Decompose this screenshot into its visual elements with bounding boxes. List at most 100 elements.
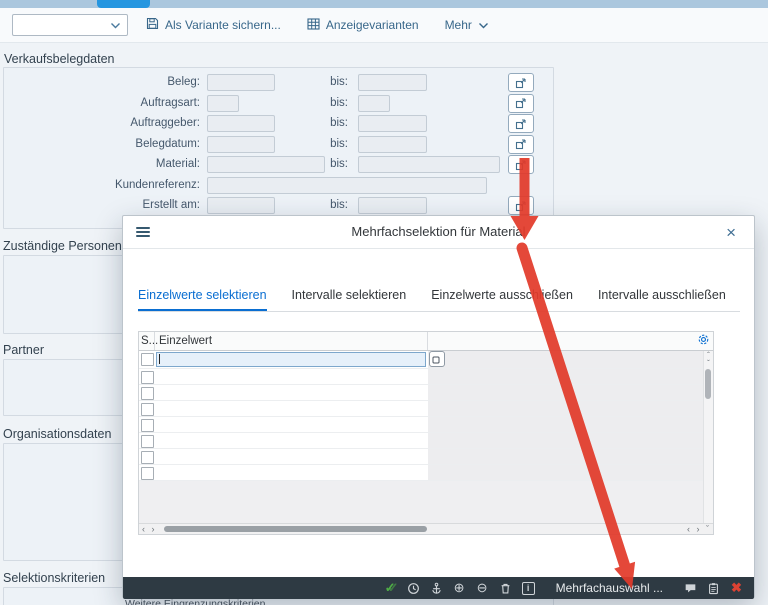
field-label-kundenreferenz: Kundenreferenz: xyxy=(0,176,200,195)
auftragsart-bis-field[interactable] xyxy=(358,95,390,112)
belegdatum-field[interactable] xyxy=(207,136,275,153)
field-label-auftraggeber: Auftraggeber: xyxy=(0,114,200,133)
section-title-partner: Partner xyxy=(3,343,44,357)
row-select-cell[interactable] xyxy=(141,387,154,400)
bis-label: bis: xyxy=(322,94,348,113)
row-select-cell[interactable] xyxy=(141,371,154,384)
auftraggeber-field[interactable] xyxy=(207,115,275,132)
info-icon[interactable]: i xyxy=(522,580,535,596)
table-row xyxy=(139,417,704,433)
section-title-selektionskriterien: Selektionskriterien xyxy=(3,571,105,585)
form-row: Auftraggeber:bis: xyxy=(0,114,560,133)
chevron-down-icon xyxy=(110,16,121,34)
row-select-cell[interactable] xyxy=(141,435,154,448)
application-toolbar: Als Variante sichern... Anzeigevarianten… xyxy=(0,8,768,43)
row-select-cell[interactable] xyxy=(141,419,154,432)
comment-icon[interactable] xyxy=(684,580,697,596)
row-select-cell[interactable] xyxy=(141,403,154,416)
multi-selection-icon-button-erstelltam[interactable] xyxy=(508,196,534,215)
bis-label: bis: xyxy=(322,155,348,174)
horizontal-scrollbar[interactable]: ‹ › ‹ › ˇ xyxy=(139,523,713,534)
multi-selection-icon-button-belegdatum[interactable] xyxy=(508,135,534,154)
grid-icon xyxy=(307,18,320,33)
text-caret xyxy=(159,354,160,364)
top-strip xyxy=(0,0,768,8)
multi-selection-dialog: Mehrfachselektion für Material × Einzelw… xyxy=(122,215,755,598)
table-row xyxy=(139,351,704,369)
single-value-input[interactable] xyxy=(156,352,426,367)
multi-selection-icon-button-beleg[interactable] xyxy=(508,73,534,92)
variant-select[interactable] xyxy=(12,14,128,36)
more-label: Mehr xyxy=(445,18,472,32)
column-header-s: S... xyxy=(141,332,158,350)
gear-icon[interactable] xyxy=(697,333,710,351)
multi-selection-icon-button-auftragsart[interactable] xyxy=(508,94,534,113)
screen: Als Variante sichern... Anzeigevarianten… xyxy=(0,0,768,605)
horizontal-scroll-thumb[interactable] xyxy=(164,526,427,532)
field-label-belegdatum: Belegdatum: xyxy=(0,135,200,154)
chevron-down-icon xyxy=(478,18,489,32)
table-body xyxy=(139,351,704,481)
vertical-scroll-thumb[interactable] xyxy=(705,369,711,399)
value-help-copy-icon[interactable] xyxy=(429,351,445,367)
table-row xyxy=(139,401,704,417)
beleg-bis-field[interactable] xyxy=(358,74,427,91)
tab-intervalle-selektieren[interactable]: Intervalle selektieren xyxy=(292,288,407,312)
tab-intervalle-ausschlie-en[interactable]: Intervalle ausschließen xyxy=(598,288,726,312)
bis-label: bis: xyxy=(322,135,348,154)
paste-icon[interactable] xyxy=(707,580,720,596)
display-variants-button[interactable]: Anzeigevarianten xyxy=(307,18,419,33)
clock-icon[interactable] xyxy=(407,580,420,596)
dialog-header: Mehrfachselektion für Material × xyxy=(123,216,754,249)
field-label-erstelltam: Erstellt am: xyxy=(0,196,200,215)
erstelltam-field[interactable] xyxy=(207,197,275,214)
scroll-left-right-icons[interactable]: ‹ › xyxy=(142,524,157,534)
form-row: Beleg:bis: xyxy=(0,73,560,92)
cancel-icon[interactable]: ✖ xyxy=(730,580,743,596)
multi-selection-icon-button-material[interactable] xyxy=(508,155,534,174)
anchor-icon[interactable] xyxy=(430,580,443,596)
save-variant-label: Als Variante sichern... xyxy=(165,18,281,32)
delete-all-icon[interactable] xyxy=(499,580,512,596)
table-row xyxy=(139,465,704,481)
accept-icon[interactable]: ✓ xyxy=(384,580,397,596)
close-icon[interactable]: × xyxy=(720,220,742,246)
kundenreferenz-field[interactable] xyxy=(207,177,487,194)
table-header: S... Einzelwert xyxy=(139,332,713,351)
tab-einzelwerte-selektieren[interactable]: Einzelwerte selektieren xyxy=(138,288,267,312)
auftragsart-field[interactable] xyxy=(207,95,239,112)
form-row: Erstellt am:bis: xyxy=(0,196,560,215)
table-row xyxy=(139,369,704,385)
more-button[interactable]: Mehr xyxy=(445,18,489,32)
vertical-scrollbar[interactable]: ˆ ˇ xyxy=(703,351,713,525)
form-row: Belegdatum: bis: xyxy=(0,135,560,154)
table-row xyxy=(139,433,704,449)
row-select-cell[interactable] xyxy=(141,451,154,464)
dialog-title: Mehrfachselektion für Material xyxy=(123,216,754,248)
scroll-corner-icons[interactable]: ‹ › ˇ xyxy=(687,524,711,534)
beleg-field[interactable] xyxy=(207,74,275,91)
belegdatum-bis-field[interactable] xyxy=(358,136,427,153)
multi-select-button[interactable]: Mehrfachauswahl ... xyxy=(550,580,669,596)
erstelltam-bis-field[interactable] xyxy=(358,197,427,214)
scroll-down-icon[interactable]: ˇ xyxy=(704,360,713,368)
auftraggeber-bis-field[interactable] xyxy=(358,115,427,132)
tab-strip: Einzelwerte selektieren Intervalle selekt… xyxy=(138,288,726,312)
material-bis-field[interactable] xyxy=(358,156,500,173)
table-row xyxy=(139,385,704,401)
tab-einzelwerte-ausschlie-en[interactable]: Einzelwerte ausschließen xyxy=(431,288,573,312)
clipped-bottom-text: Weitere Eingrenzungskriterien xyxy=(125,598,265,605)
single-values-table: S... Einzelwert ˆ ˇ ‹ › ‹ › ˇ xyxy=(138,331,714,535)
table-below-rows xyxy=(139,481,704,525)
save-icon xyxy=(146,17,159,33)
add-row-icon[interactable]: ⊕ xyxy=(453,580,466,596)
material-field[interactable] xyxy=(207,156,325,173)
remove-row-icon[interactable]: ⊖ xyxy=(476,580,489,596)
section-title-organisationsdaten: Organisationsdaten xyxy=(3,427,111,441)
row-select-cell[interactable] xyxy=(141,353,154,366)
save-variant-button[interactable]: Als Variante sichern... xyxy=(146,17,281,33)
field-label-beleg: Beleg: xyxy=(0,73,200,92)
multi-selection-icon-button-auftraggeber[interactable] xyxy=(508,114,534,133)
display-variants-label: Anzeigevarianten xyxy=(326,18,419,32)
row-select-cell[interactable] xyxy=(141,467,154,480)
